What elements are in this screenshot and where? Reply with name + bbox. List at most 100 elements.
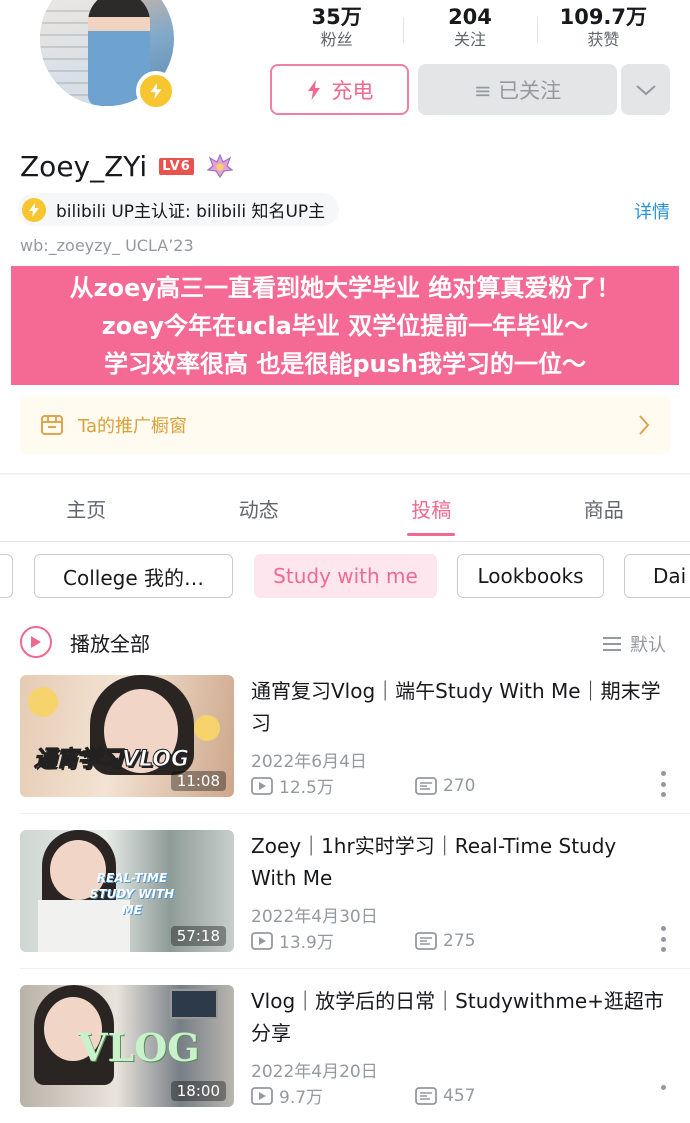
video-title[interactable]: Vlog｜放学后的日常｜Studywithme+逛超市分享 xyxy=(251,985,666,1049)
view-count-value: 9.7万 xyxy=(279,1088,324,1108)
view-count-value: 12.5万 xyxy=(279,778,334,798)
emoji-icon xyxy=(194,715,220,741)
charge-button-label: 充电 xyxy=(331,78,374,103)
stat-label: 粉丝 xyxy=(320,30,353,49)
video-duration: 18:00 xyxy=(170,1081,226,1101)
row-divider xyxy=(20,813,690,814)
video-item[interactable]: REAL-TIME STUDY WITH ME 57:18 Zoey｜1hr实时… xyxy=(20,830,670,953)
video-meta: 12.5万 270 xyxy=(251,773,579,798)
video-date: 2022年4月30日 xyxy=(251,907,378,927)
stat-value: 109.7万 xyxy=(559,5,648,29)
view-count: 13.9万 xyxy=(251,928,415,953)
video-thumbnail[interactable]: 通宵学习VLOG 11:08 xyxy=(20,675,234,797)
caption-banner: 从zoey高三一直看到她大学毕业 绝对算真爱粉了！ zoey今年在ucla毕业 … xyxy=(11,266,679,385)
chip-daily[interactable]: Dai xyxy=(624,554,690,598)
stat-following[interactable]: 204 关注 xyxy=(403,5,536,55)
video-date: 2022年4月20日 xyxy=(251,1062,378,1082)
view-count-value: 13.9万 xyxy=(279,933,334,953)
username: Zoey_ZYi xyxy=(20,149,148,183)
stat-label: 获赞 xyxy=(587,30,620,49)
followed-button[interactable]: ≡ 已关注 xyxy=(418,64,617,115)
danmaku-icon xyxy=(415,1086,437,1105)
more-vertical-icon[interactable] xyxy=(660,1085,666,1099)
caption-line: 从zoey高三一直看到她大学毕业 绝对算真爱粉了！ xyxy=(69,274,621,302)
emoji-icon xyxy=(28,687,58,717)
stat-value: 204 xyxy=(448,5,492,29)
chip-college[interactable]: College 我的… xyxy=(34,554,233,598)
tab-dynamic[interactable]: 动态 xyxy=(173,490,346,536)
play-count-icon xyxy=(251,776,273,795)
chip-lookbooks[interactable]: Lookbooks xyxy=(457,554,604,598)
video-duration: 57:18 xyxy=(170,926,226,946)
video-thumbnail[interactable]: REAL-TIME STUDY WITH ME 57:18 xyxy=(20,830,234,952)
collection-chips: College 我的… Study with me Lookbooks Dai xyxy=(0,554,690,598)
level-badge: LV6 xyxy=(159,157,194,175)
thumbnail-overlay-text: 通宵学习VLOG xyxy=(33,747,190,773)
comment-count-value: 457 xyxy=(443,1085,476,1106)
play-all-label: 播放全部 xyxy=(70,631,150,656)
video-meta: 13.9万 275 xyxy=(251,928,579,953)
chip-partial-left[interactable] xyxy=(0,554,13,598)
followed-button-label: ≡ 已关注 xyxy=(473,78,562,103)
lightning-icon xyxy=(307,79,320,100)
charge-button[interactable]: 充电 xyxy=(270,64,409,115)
thumbnail-overlay-text: REAL-TIME STUDY WITH ME xyxy=(89,871,175,917)
tab-uploads[interactable]: 投稿 xyxy=(345,490,518,536)
danmaku-icon xyxy=(415,931,437,950)
stat-fans[interactable]: 35万 粉丝 xyxy=(270,5,403,55)
play-circle-icon xyxy=(20,626,52,658)
chip-study-with-me[interactable]: Study with me xyxy=(254,554,437,598)
thumb-monitor xyxy=(170,989,218,1019)
stat-value: 35万 xyxy=(311,5,362,29)
profile-signature: wb:_zoeyzy_ UCLA’23 xyxy=(20,236,194,255)
view-count: 12.5万 xyxy=(251,773,415,798)
section-divider xyxy=(0,473,690,475)
play-count-icon xyxy=(251,931,273,950)
more-vertical-icon[interactable] xyxy=(660,771,666,797)
caption-line: 学习效率很高 也是很能push我学习的一位～ xyxy=(104,350,586,378)
profile-stats: 35万 粉丝 204 关注 109.7万 获赞 xyxy=(270,5,670,55)
shop-label: Ta的推广橱窗 xyxy=(78,416,188,437)
comment-count-value: 270 xyxy=(443,775,476,796)
sort-label: 默认 xyxy=(630,635,666,656)
verification-text: bilibili UP主认证: bilibili 知名UP主 xyxy=(56,202,326,222)
video-title[interactable]: Zoey｜1hr实时学习｜Real-Time Study With Me xyxy=(251,830,666,894)
shop-icon xyxy=(41,415,63,435)
play-count-icon xyxy=(251,1086,273,1105)
comment-count: 457 xyxy=(415,1086,579,1106)
charge-badge-icon xyxy=(136,71,176,111)
name-row: Zoey_ZYi LV6 xyxy=(20,148,234,184)
video-title[interactable]: 通宵复习Vlog｜端午Study With Me｜期末学习 xyxy=(251,675,666,739)
row-divider xyxy=(20,968,690,969)
video-date: 2022年6月4日 xyxy=(251,752,367,772)
comment-count: 275 xyxy=(415,931,579,951)
play-all-button[interactable]: 播放全部 xyxy=(20,626,150,658)
video-item[interactable]: 通宵学习VLOG 11:08 通宵复习Vlog｜端午Study With Me｜… xyxy=(20,675,670,798)
verified-lightning-icon xyxy=(22,197,46,222)
comment-count-value: 275 xyxy=(443,930,476,951)
more-options-button[interactable] xyxy=(621,64,670,115)
caption-line: zoey今年在ucla毕业 双学位提前一年毕业～ xyxy=(101,312,589,340)
profile-tabs: 主页 动态 投稿 商品 xyxy=(0,490,690,536)
comment-count: 270 xyxy=(415,776,579,796)
tab-products[interactable]: 商品 xyxy=(518,490,690,536)
video-item[interactable]: VLOG 18:00 Vlog｜放学后的日常｜Studywithme+逛超市分享… xyxy=(20,985,670,1108)
sort-button[interactable]: 默认 xyxy=(602,631,666,657)
tabs-divider xyxy=(0,541,690,542)
tab-home[interactable]: 主页 xyxy=(0,490,173,536)
stat-label: 关注 xyxy=(453,30,486,49)
thumbnail-overlay-text: VLOG xyxy=(78,1025,200,1070)
chevron-down-icon xyxy=(635,84,656,95)
video-meta: 9.7万 457 xyxy=(251,1083,579,1108)
up-verification: bilibili UP主认证: bilibili 知名UP主 xyxy=(18,193,340,226)
video-duration: 11:08 xyxy=(170,771,226,791)
stat-likes[interactable]: 109.7万 获赞 xyxy=(536,5,670,55)
promo-shop-window[interactable]: Ta的推广橱窗 xyxy=(20,396,670,454)
chevron-right-icon xyxy=(639,415,650,435)
danmaku-icon xyxy=(415,776,437,795)
detail-link[interactable]: 详情 xyxy=(634,198,670,224)
view-count: 9.7万 xyxy=(251,1083,415,1108)
more-vertical-icon[interactable] xyxy=(660,926,666,952)
video-thumbnail[interactable]: VLOG 18:00 xyxy=(20,985,234,1107)
medal-icon[interactable] xyxy=(206,152,234,180)
